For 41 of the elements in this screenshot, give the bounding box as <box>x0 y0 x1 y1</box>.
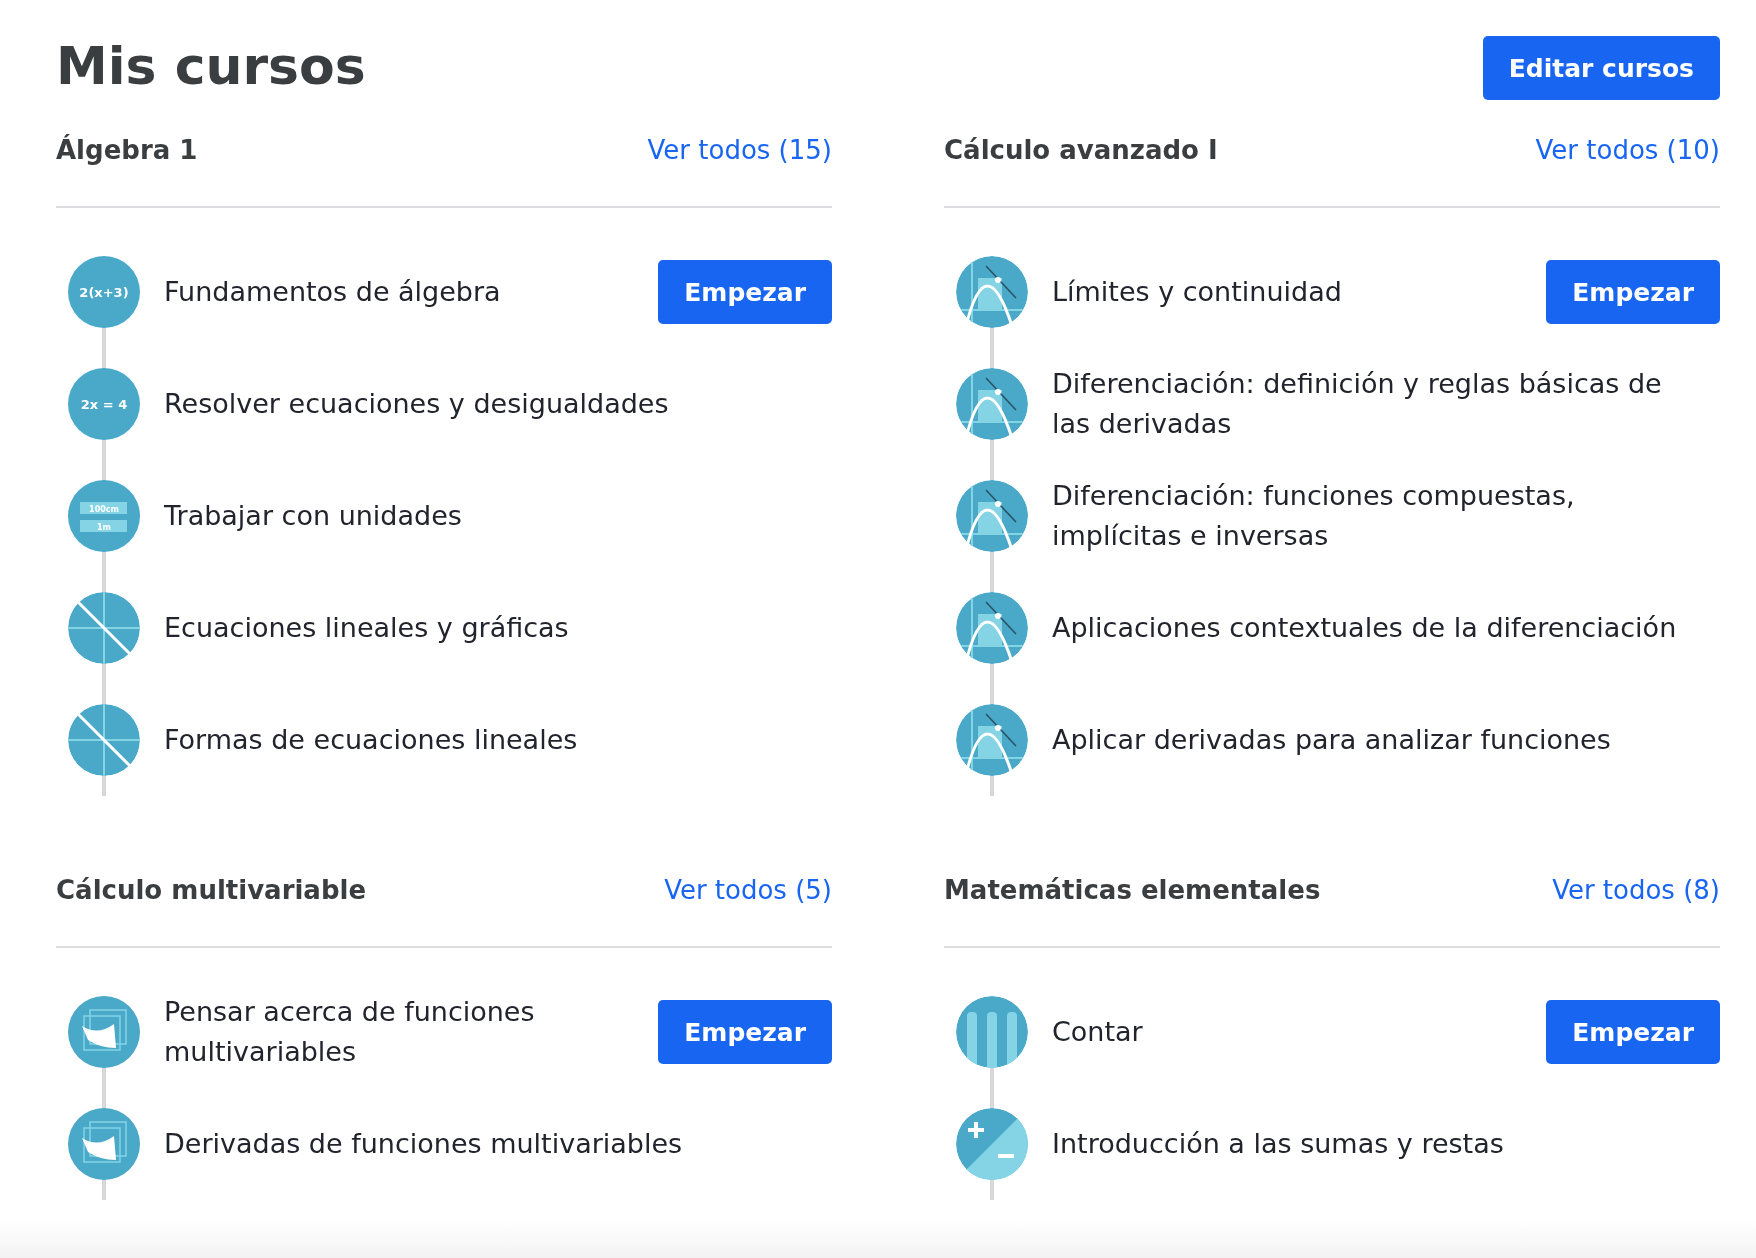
curve-graph-icon <box>956 704 1028 776</box>
formula-icon: 2x = 4 <box>68 368 140 440</box>
course-title: Matemáticas elementales <box>944 875 1321 905</box>
unit-title: Diferenciación: funciones compuestas, implícitas e inversas <box>1051 479 1576 553</box>
edit-courses-button[interactable]: Editar cursos <box>1482 36 1720 100</box>
unit-title: Contar <box>1051 1015 1144 1049</box>
course-title: Álgebra 1 <box>56 135 198 165</box>
page-title: Mis cursos <box>56 36 366 96</box>
unit-title: Resolver ecuaciones y desigualdades <box>163 387 670 421</box>
unit-title: Aplicar derivadas para analizar funciones <box>1051 723 1612 757</box>
unit-title: Aplicaciones contextuales de la diferenciación <box>1051 611 1678 645</box>
unit-title: Introducción a las sumas y restas <box>1051 1127 1505 1161</box>
start-button[interactable]: Empezar <box>658 1000 832 1064</box>
curve-graph-icon <box>956 480 1028 552</box>
start-button[interactable]: Empezar <box>1546 1000 1720 1064</box>
unit-title: Formas de ecuaciones lineales <box>163 723 579 757</box>
start-button[interactable]: Empezar <box>1546 260 1720 324</box>
line-graph-icon <box>68 592 140 664</box>
unit-title: Fundamentos de álgebra <box>163 275 502 309</box>
unit-title: Derivadas de funciones multivariables <box>163 1127 684 1161</box>
formula-icon: 2(x+3) <box>68 256 140 328</box>
see-all-link[interactable]: Ver todos (15) <box>647 135 832 165</box>
surface-icon <box>68 1108 140 1180</box>
start-button[interactable]: Empezar <box>658 260 832 324</box>
unit-title: Pensar acerca de funciones multivariables <box>163 995 536 1069</box>
unit-title: Diferenciación: definición y reglas básicas de las derivadas <box>1051 367 1663 441</box>
curve-graph-icon <box>956 592 1028 664</box>
course-title: Cálculo avanzado I <box>944 135 1218 165</box>
see-all-link[interactable]: Ver todos (5) <box>664 875 832 905</box>
unit-title: Trabajar con unidades <box>163 499 463 533</box>
surface-icon <box>68 996 140 1068</box>
unit-title: Límites y continuidad <box>1051 275 1343 309</box>
see-all-link[interactable]: Ver todos (10) <box>1535 135 1720 165</box>
course-title: Cálculo multivariable <box>56 875 367 905</box>
curve-graph-icon <box>956 368 1028 440</box>
see-all-link[interactable]: Ver todos (8) <box>1552 875 1720 905</box>
line-graph-icon <box>68 704 140 776</box>
plus-minus-icon <box>956 1108 1028 1180</box>
curve-graph-icon <box>956 256 1028 328</box>
unit-title: Ecuaciones lineales y gráficas <box>163 611 570 645</box>
ruler-icon: 100cm 1m <box>68 480 140 552</box>
